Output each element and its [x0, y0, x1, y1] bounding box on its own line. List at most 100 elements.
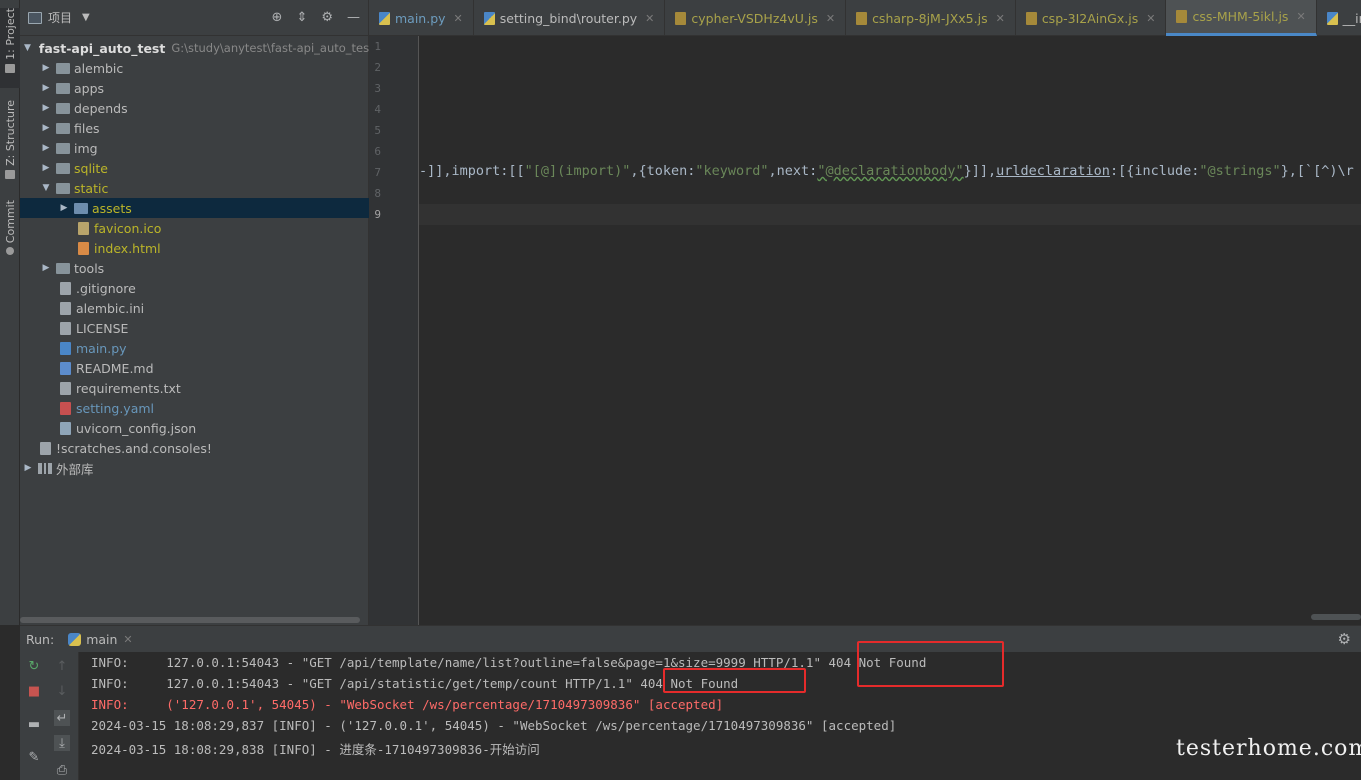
tree-item-root[interactable]: ▼ fast-api_auto_test G:\study\anytest\fa…	[20, 38, 369, 58]
side-tab-project[interactable]: 1: Project	[0, 8, 20, 88]
tree-item-file[interactable]: main.py	[20, 338, 369, 358]
project-view-selector[interactable]: 项目	[48, 9, 72, 26]
arrow-down-icon[interactable]: ↓	[54, 683, 70, 699]
gear-icon[interactable]: ⚙	[321, 10, 333, 25]
editor-tab[interactable]: main.py ✕	[369, 0, 474, 36]
chevron-down-icon[interactable]: ▼	[82, 12, 90, 23]
editor-tab[interactable]: csharp-8jM-JXx5.js ✕	[846, 0, 1016, 36]
pin-icon[interactable]: ✎	[26, 749, 42, 765]
chevron-right-icon[interactable]: ▶	[40, 83, 52, 93]
html-file-icon	[78, 241, 89, 255]
close-icon[interactable]: ✕	[996, 12, 1005, 25]
editor-tab[interactable]: csp-3I2AinGx.js ✕	[1016, 0, 1167, 36]
line-number: 3	[374, 82, 381, 95]
tree-item-folder[interactable]: ▼ static	[20, 178, 369, 198]
code-token: }]],	[963, 163, 997, 179]
stop-icon[interactable]: ■	[26, 683, 42, 699]
watermark: testerhome.com	[1176, 736, 1361, 761]
editor-scrollbar[interactable]	[1311, 614, 1361, 620]
tree-item-folder[interactable]: ▶ apps	[20, 78, 369, 98]
tree-item-file[interactable]: setting.yaml	[20, 398, 369, 418]
tree-item-file[interactable]: index.html	[20, 238, 369, 258]
tree-item-file[interactable]: favicon.ico	[20, 218, 369, 238]
line-number-gutter: 1 2 3 4 5 6 7 8 9	[369, 36, 419, 625]
gear-icon[interactable]: ⚙	[1338, 630, 1351, 648]
chevron-right-icon[interactable]: ▶	[40, 163, 52, 173]
chevron-down-icon[interactable]: ▼	[40, 183, 52, 193]
tree-item-folder[interactable]: ▶ img	[20, 138, 369, 158]
tree-item-folder[interactable]: ▶ depends	[20, 98, 369, 118]
code-token: ,next:	[768, 163, 818, 179]
chevron-right-icon[interactable]: ▶	[58, 203, 70, 213]
tree-item-file[interactable]: alembic.ini	[20, 298, 369, 318]
chevron-right-icon[interactable]: ▶	[40, 263, 52, 273]
editor-tab-bar: main.py ✕ setting_bind\router.py ✕ cyphe…	[369, 0, 1361, 36]
editor-tab[interactable]: __init__.py	[1317, 0, 1361, 36]
line-number: 7	[374, 166, 381, 179]
structure-icon	[5, 169, 15, 179]
line-number: 8	[374, 187, 381, 200]
print-icon[interactable]: ⎙	[54, 762, 70, 778]
side-tab-commit[interactable]: Commit	[0, 200, 20, 262]
tree-item-folder-selected[interactable]: ▶ assets	[20, 198, 369, 218]
editor-tab[interactable]: cypher-VSDHz4vU.js ✕	[665, 0, 847, 36]
side-tab-structure-label: Z: Structure	[3, 100, 17, 166]
close-icon[interactable]: ✕	[1296, 10, 1305, 23]
close-icon[interactable]: ✕	[123, 633, 132, 646]
run-tab-main[interactable]: main ✕	[68, 632, 133, 647]
close-icon[interactable]: ✕	[1146, 12, 1155, 25]
tree-item-file[interactable]: README.md	[20, 358, 369, 378]
code-editor[interactable]: -]],import:[["[@](import)",{token:"keywo…	[419, 36, 1361, 625]
code-token: },[`[^)\r	[1280, 163, 1354, 179]
editor-tab-label: setting_bind\router.py	[499, 10, 638, 26]
yaml-file-icon	[60, 401, 71, 415]
line-number: 6	[374, 145, 381, 158]
tree-item-label: README.md	[76, 360, 154, 376]
chevron-right-icon[interactable]: ▶	[40, 123, 52, 133]
arrow-up-icon[interactable]: ↑	[54, 658, 70, 674]
tree-item-file[interactable]: .gitignore	[20, 278, 369, 298]
code-string: "@strings"	[1199, 163, 1281, 179]
editor-tab[interactable]: setting_bind\router.py ✕	[474, 0, 666, 36]
run-console[interactable]: INFO: 127.0.0.1:54043 - "GET /api/templa…	[78, 641, 1361, 780]
close-icon[interactable]: ✕	[826, 12, 835, 25]
tree-item-folder[interactable]: ▶ alembic	[20, 58, 369, 78]
tree-item-label: favicon.ico	[94, 220, 162, 236]
locate-file-icon[interactable]: ⊕	[272, 10, 283, 25]
chevron-right-icon[interactable]: ▶	[22, 463, 34, 473]
tree-item-label: setting.yaml	[76, 400, 155, 416]
chevron-down-icon[interactable]: ▼	[24, 43, 31, 53]
chevron-right-icon[interactable]: ▶	[40, 63, 52, 73]
soft-wrap-icon[interactable]: ↵	[54, 710, 70, 726]
tree-item-scratches[interactable]: !scratches.and.consoles!	[20, 438, 369, 458]
folder-icon	[56, 162, 70, 174]
close-icon[interactable]: ✕	[645, 12, 654, 25]
side-tab-structure[interactable]: Z: Structure	[0, 100, 20, 184]
console-line-error: INFO: ('127.0.0.1', 54045) - "WebSocket …	[91, 697, 724, 712]
close-icon[interactable]: ✕	[454, 12, 463, 25]
collapse-all-icon[interactable]: ⇕	[296, 10, 307, 25]
tree-item-label: img	[74, 140, 98, 156]
tree-item-file[interactable]: uvicorn_config.json	[20, 418, 369, 438]
editor-tab-active[interactable]: css-MHM-5ikl.js ✕	[1166, 0, 1317, 36]
scroll-to-end-icon[interactable]: ⤓	[54, 735, 70, 751]
rerun-icon[interactable]: ↻	[26, 658, 42, 674]
hide-panel-icon[interactable]: —	[347, 10, 360, 25]
tree-item-external-libraries[interactable]: ▶ 外部库	[20, 458, 369, 478]
chevron-right-icon[interactable]: ▶	[40, 143, 52, 153]
image-file-icon	[78, 221, 89, 235]
scratches-icon	[40, 441, 51, 455]
tree-item-folder[interactable]: ▶ files	[20, 118, 369, 138]
tree-item-label: index.html	[94, 240, 161, 256]
horizontal-scrollbar[interactable]	[20, 617, 360, 623]
layout-icon[interactable]: ▬	[26, 716, 42, 732]
chevron-right-icon[interactable]: ▶	[40, 103, 52, 113]
code-token: :[{include:	[1109, 163, 1200, 179]
tree-item-file[interactable]: LICENSE	[20, 318, 369, 338]
folder-icon	[5, 63, 15, 73]
tree-item-label: .gitignore	[76, 280, 136, 296]
tree-item-folder[interactable]: ▶ tools	[20, 258, 369, 278]
tree-item-folder[interactable]: ▶ sqlite	[20, 158, 369, 178]
editor-tab-label: css-MHM-5ikl.js	[1192, 9, 1289, 24]
tree-item-file[interactable]: requirements.txt	[20, 378, 369, 398]
